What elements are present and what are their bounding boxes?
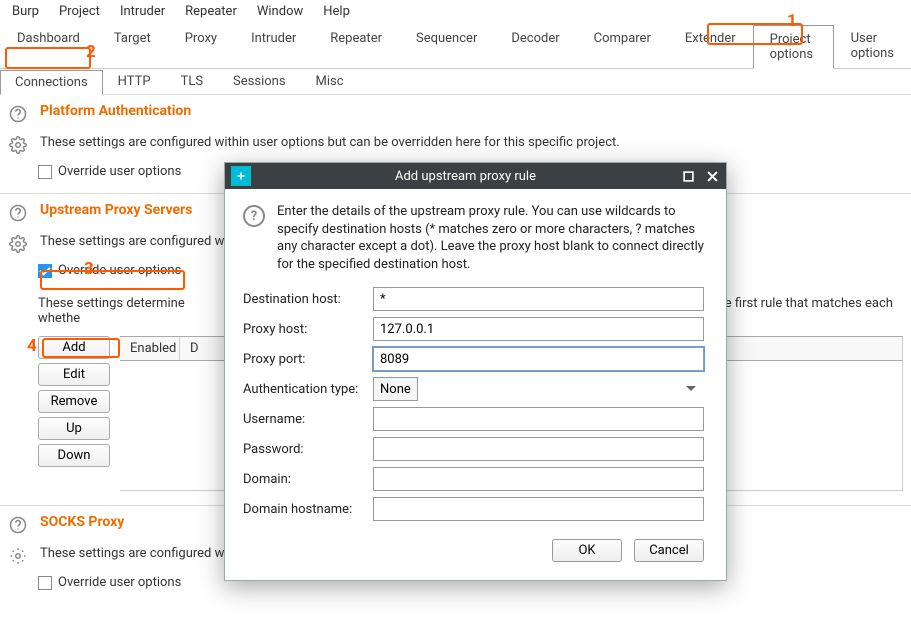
help-icon[interactable] bbox=[8, 203, 28, 223]
down-button[interactable]: Down bbox=[38, 444, 110, 467]
platform-auth-desc: These settings are configured within use… bbox=[40, 135, 903, 150]
auth-type-label: Authentication type: bbox=[243, 382, 373, 397]
password-label: Password: bbox=[243, 442, 373, 457]
annot-3: 3 bbox=[84, 259, 94, 279]
subtab-sessions[interactable]: Sessions bbox=[218, 69, 301, 94]
tab-project-options[interactable]: Project options bbox=[753, 25, 834, 69]
subtab-misc[interactable]: Misc bbox=[301, 69, 359, 94]
platform-auth-override-checkbox[interactable] bbox=[38, 165, 52, 179]
app-icon bbox=[231, 166, 251, 186]
up-button[interactable]: Up bbox=[38, 417, 110, 440]
subtab-http[interactable]: HTTP bbox=[103, 69, 166, 94]
domain-label: Domain: bbox=[243, 472, 373, 487]
maximize-icon[interactable] bbox=[680, 168, 696, 184]
edit-button[interactable]: Edit bbox=[38, 363, 110, 386]
subtabs: Connections HTTP TLS Sessions Misc bbox=[0, 69, 911, 95]
menu-repeater[interactable]: Repeater bbox=[179, 2, 249, 21]
username-label: Username: bbox=[243, 412, 373, 427]
menu-intruder[interactable]: Intruder bbox=[114, 2, 177, 21]
proxy-port-input[interactable] bbox=[373, 347, 704, 371]
gear-icon[interactable] bbox=[8, 546, 28, 566]
add-upstream-proxy-dialog: Add upstream proxy rule ? Enter the deta… bbox=[224, 162, 727, 581]
username-input[interactable] bbox=[373, 407, 704, 431]
upstream-override-label: Override user options bbox=[58, 263, 181, 278]
annot-4: 4 bbox=[27, 336, 37, 356]
annot-2: 2 bbox=[86, 42, 96, 62]
auth-type-select[interactable]: None bbox=[373, 377, 418, 401]
menubar: Burp Project Intruder Repeater Window He… bbox=[0, 0, 911, 24]
annot-1: 1 bbox=[787, 11, 797, 31]
help-icon[interactable] bbox=[8, 104, 28, 124]
socks-override-label: Override user options bbox=[58, 575, 181, 590]
gear-icon[interactable] bbox=[8, 135, 28, 155]
main-tabs: Dashboard Target Proxy Intruder Repeater… bbox=[0, 24, 911, 69]
close-icon[interactable] bbox=[704, 168, 720, 184]
upstream-button-column: Add Edit Remove Up Down bbox=[38, 336, 110, 491]
menu-burp[interactable]: Burp bbox=[6, 2, 51, 21]
dialog-help-text: Enter the details of the upstream proxy … bbox=[277, 203, 704, 273]
upstream-desc2-left: These settings determine whethe bbox=[38, 296, 215, 326]
domain-hostname-input[interactable] bbox=[373, 497, 704, 521]
dest-host-label: Destination host: bbox=[243, 292, 373, 307]
tab-user-options[interactable]: User options bbox=[834, 24, 911, 68]
add-button[interactable]: Add bbox=[38, 336, 110, 359]
dialog-titlebar[interactable]: Add upstream proxy rule bbox=[225, 163, 726, 189]
tab-sequencer[interactable]: Sequencer bbox=[399, 24, 494, 68]
gear-icon[interactable] bbox=[8, 234, 28, 254]
domain-hostname-label: Domain hostname: bbox=[243, 502, 373, 517]
menu-help[interactable]: Help bbox=[317, 2, 362, 21]
help-icon[interactable] bbox=[8, 515, 28, 535]
menu-project[interactable]: Project bbox=[53, 2, 112, 21]
tab-proxy[interactable]: Proxy bbox=[168, 24, 234, 68]
tab-repeater[interactable]: Repeater bbox=[313, 24, 399, 68]
dialog-title: Add upstream proxy rule bbox=[259, 169, 672, 184]
subtab-connections[interactable]: Connections bbox=[0, 70, 103, 95]
platform-auth-override-label: Override user options bbox=[58, 164, 181, 179]
tab-extender[interactable]: Extender bbox=[668, 24, 753, 68]
proxy-host-input[interactable] bbox=[373, 317, 704, 341]
socks-override-checkbox[interactable] bbox=[38, 576, 52, 590]
platform-auth-title: Platform Authentication bbox=[40, 103, 903, 119]
tab-dashboard[interactable]: Dashboard bbox=[0, 24, 97, 68]
tab-comparer[interactable]: Comparer bbox=[577, 24, 668, 68]
proxy-port-label: Proxy port: bbox=[243, 352, 373, 367]
proxy-host-label: Proxy host: bbox=[243, 322, 373, 337]
tab-target[interactable]: Target bbox=[97, 24, 168, 68]
upstream-override-checkbox[interactable] bbox=[38, 264, 52, 278]
subtab-tls[interactable]: TLS bbox=[166, 69, 218, 94]
password-input[interactable] bbox=[373, 437, 704, 461]
domain-input[interactable] bbox=[373, 467, 704, 491]
th-enabled[interactable]: Enabled bbox=[120, 337, 180, 360]
cancel-button[interactable]: Cancel bbox=[634, 539, 704, 562]
help-icon[interactable]: ? bbox=[243, 205, 265, 227]
tab-intruder[interactable]: Intruder bbox=[234, 24, 313, 68]
remove-button[interactable]: Remove bbox=[38, 390, 110, 413]
dest-host-input[interactable] bbox=[373, 287, 704, 311]
menu-window[interactable]: Window bbox=[251, 2, 315, 21]
ok-button[interactable]: OK bbox=[552, 539, 622, 562]
tab-decoder[interactable]: Decoder bbox=[494, 24, 576, 68]
